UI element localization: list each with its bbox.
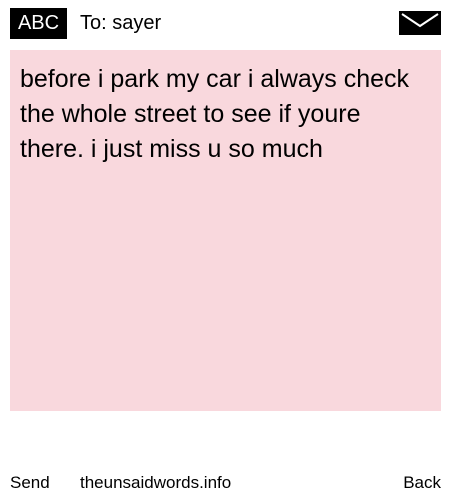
recipient-field[interactable]: To: sayer — [80, 8, 161, 39]
message-header: ABC To: sayer — [0, 0, 450, 46]
softkey-bar: Send theunsaidwords.info Back — [0, 466, 450, 500]
envelope-icon[interactable] — [399, 11, 441, 35]
input-mode-badge[interactable]: ABC — [10, 8, 67, 39]
message-text: before i park my car i always check the … — [20, 65, 416, 163]
send-button[interactable]: Send — [10, 466, 50, 500]
back-button[interactable]: Back — [403, 466, 441, 500]
site-link[interactable]: theunsaidwords.info — [80, 466, 231, 500]
message-body[interactable]: before i park my car i always check the … — [10, 50, 441, 411]
